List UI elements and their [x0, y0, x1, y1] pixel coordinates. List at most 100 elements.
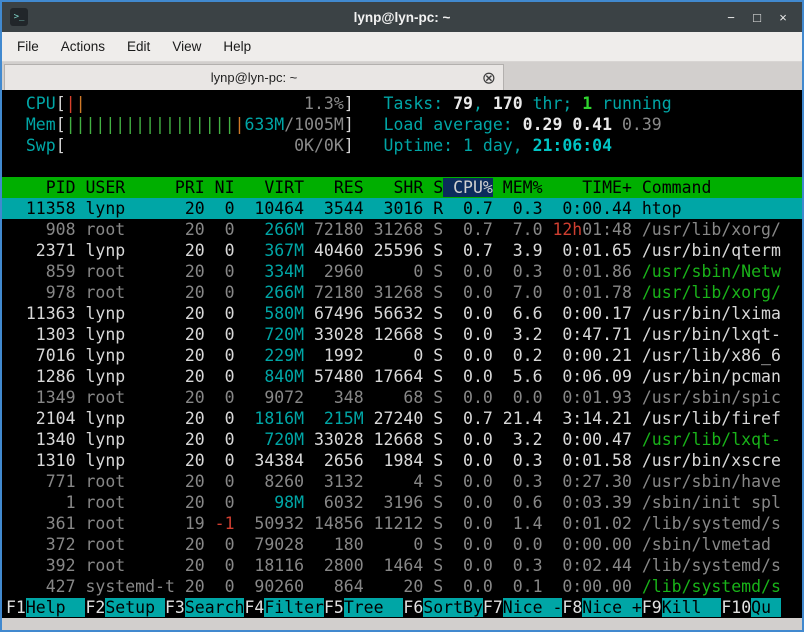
cell-user: root: [76, 388, 175, 407]
cell-ni: 0: [205, 346, 235, 365]
process-row[interactable]: 7016 lynp 20 0 229M 1992 0 S 0.0 0.2 0:0…: [2, 345, 802, 366]
header-cell-cpu[interactable]: CPU%: [443, 178, 493, 197]
process-row[interactable]: 392 root 20 0 18116 2800 1464 S 0.0 0.3 …: [2, 555, 802, 576]
header-cell-user[interactable]: USER: [76, 178, 175, 197]
process-row[interactable]: 1310 lynp 20 0 34384 2656 1984 S 0.0 0.3…: [2, 450, 802, 471]
cell-pri: 20: [175, 367, 205, 386]
load-average-stat: Load average: 0.29 0.41 0.39: [384, 115, 662, 134]
cell-res: 72180: [304, 220, 364, 239]
process-row[interactable]: 2104 lynp 20 0 1816M 215M 27240 S 0.7 21…: [2, 408, 802, 429]
cell-pri: 20: [175, 430, 205, 449]
fkey-f4[interactable]: F4Filter: [244, 598, 323, 617]
cell-command: /usr/lib/xorg/: [632, 283, 781, 302]
process-row[interactable]: 11363 lynp 20 0 580M 67496 56632 S 0.0 6…: [2, 303, 802, 324]
cell-user: root: [76, 283, 175, 302]
process-row[interactable]: 361 root 19 -1 50932 14856 11212 S 0.0 1…: [2, 513, 802, 534]
tab-close-icon[interactable]: ⊗: [482, 69, 496, 86]
cell-mem: 7.0: [493, 283, 543, 302]
fkey-action-label: Filter: [264, 598, 324, 617]
process-row[interactable]: 372 root 20 0 79028 180 0 S 0.0 0.0 0:00…: [2, 534, 802, 555]
header-cell-shr[interactable]: SHR: [364, 178, 424, 197]
mem-meter: Mem[||||||||||||||||||633M/1005M] Load a…: [2, 114, 802, 135]
cell-time: 3:14.21: [543, 409, 632, 428]
cell-pri: 20: [175, 283, 205, 302]
titlebar[interactable]: >_ lynp@lyn-pc: ~ − □ ×: [2, 2, 802, 32]
cell-virt: 720M: [235, 430, 305, 449]
cell-command: /usr/bin/lxqt-: [632, 325, 781, 344]
fkey-action-label: Setup: [105, 598, 165, 617]
cell-user: root: [76, 220, 175, 239]
cell-pid: 11363: [6, 304, 76, 323]
fkey-f2[interactable]: F2Setup: [85, 598, 164, 617]
process-row[interactable]: 1303 lynp 20 0 720M 33028 12668 S 0.0 3.…: [2, 324, 802, 345]
process-row[interactable]: 2371 lynp 20 0 367M 40460 25596 S 0.7 3.…: [2, 240, 802, 261]
fkey-f8[interactable]: F8Nice +: [562, 598, 641, 617]
cell-state: S: [423, 262, 443, 281]
cell-pri: 20: [175, 577, 205, 596]
cell-pid: 11358: [6, 199, 76, 218]
cell-res: 3544: [304, 199, 364, 218]
fkey-f9[interactable]: F9Kill: [642, 598, 721, 617]
header-cell-time[interactable]: TIME+: [543, 178, 632, 197]
cell-res: 72180: [304, 283, 364, 302]
header-cell-state[interactable]: S: [423, 178, 443, 197]
menu-item-file[interactable]: File: [6, 32, 50, 61]
header-cell-command[interactable]: Command: [632, 178, 711, 197]
cell-ni: 0: [205, 325, 235, 344]
cell-ni: 0: [205, 262, 235, 281]
fkey-key-label: F9: [642, 598, 662, 617]
maximize-button[interactable]: □: [746, 6, 768, 28]
process-row[interactable]: 1340 lynp 20 0 720M 33028 12668 S 0.0 3.…: [2, 429, 802, 450]
cell-res: 2960: [304, 262, 364, 281]
terminal[interactable]: CPU[|| 1.3%] Tasks: 79, 170 thr; 1 runni…: [2, 90, 802, 618]
cell-cpu: 0.7: [443, 241, 493, 260]
menu-item-view[interactable]: View: [161, 32, 212, 61]
process-row[interactable]: 771 root 20 0 8260 3132 4 S 0.0 0.3 0:27…: [2, 471, 802, 492]
cell-shr: 1464: [364, 556, 424, 575]
cell-time: 0:01.93: [543, 388, 632, 407]
process-row[interactable]: 1 root 20 0 98M 6032 3196 S 0.0 0.6 0:03…: [2, 492, 802, 513]
fkey-f1[interactable]: F1Help: [6, 598, 85, 617]
cell-res: 180: [304, 535, 364, 554]
cell-virt: 98M: [235, 493, 305, 512]
process-row[interactable]: 908 root 20 0 266M 72180 31268 S 0.7 7.0…: [2, 219, 802, 240]
terminal-app-icon[interactable]: >_: [10, 8, 28, 26]
header-cell-mem[interactable]: MEM%: [493, 178, 543, 197]
header-cell-pri[interactable]: PRI: [175, 178, 205, 197]
process-row[interactable]: 1286 lynp 20 0 840M 57480 17664 S 0.0 5.…: [2, 366, 802, 387]
process-row[interactable]: 859 root 20 0 334M 2960 0 S 0.0 0.3 0:01…: [2, 261, 802, 282]
process-row[interactable]: 427 systemd-t 20 0 90260 864 20 S 0.0 0.…: [2, 576, 802, 597]
fkey-action-label: Help: [26, 598, 86, 617]
cell-command: /lib/systemd/s: [632, 577, 781, 596]
cell-res: 57480: [304, 367, 364, 386]
cell-virt: 90260: [235, 577, 305, 596]
fkey-f10[interactable]: F10Qu: [721, 598, 781, 617]
header-cell-res[interactable]: RES: [304, 178, 364, 197]
fkey-f3[interactable]: F3Search: [165, 598, 244, 617]
cell-mem: 0.3: [493, 472, 543, 491]
menu-item-edit[interactable]: Edit: [116, 32, 161, 61]
process-row[interactable]: 978 root 20 0 266M 72180 31268 S 0.0 7.0…: [2, 282, 802, 303]
cell-state: S: [423, 220, 443, 239]
terminal-tab[interactable]: lynp@lyn-pc: ~ ⊗: [4, 64, 504, 90]
mem-meter-label: Mem: [26, 115, 56, 134]
cell-state: S: [423, 493, 443, 512]
close-button[interactable]: ×: [772, 6, 794, 28]
cell-state: S: [423, 409, 443, 428]
cell-cpu: 0.0: [443, 514, 493, 533]
header-cell-pid[interactable]: PID: [6, 178, 76, 197]
fkey-key-label: F7: [483, 598, 503, 617]
cell-shr: 56632: [364, 304, 424, 323]
header-cell-ni[interactable]: NI: [205, 178, 235, 197]
header-cell-virt[interactable]: VIRT: [235, 178, 305, 197]
process-row[interactable]: 1349 root 20 0 9072 348 68 S 0.0 0.0 0:0…: [2, 387, 802, 408]
minimize-button[interactable]: −: [720, 6, 742, 28]
process-row[interactable]: 11358 lynp 20 0 10464 3544 3016 R 0.7 0.…: [2, 198, 802, 219]
menu-item-actions[interactable]: Actions: [50, 32, 116, 61]
fkey-f5[interactable]: F5Tree: [324, 598, 403, 617]
menu-item-help[interactable]: Help: [212, 32, 262, 61]
fkey-action-label: SortBy: [423, 598, 483, 617]
fkey-f7[interactable]: F7Nice -: [483, 598, 562, 617]
fkey-f6[interactable]: F6SortBy: [403, 598, 482, 617]
cell-pri: 20: [175, 535, 205, 554]
